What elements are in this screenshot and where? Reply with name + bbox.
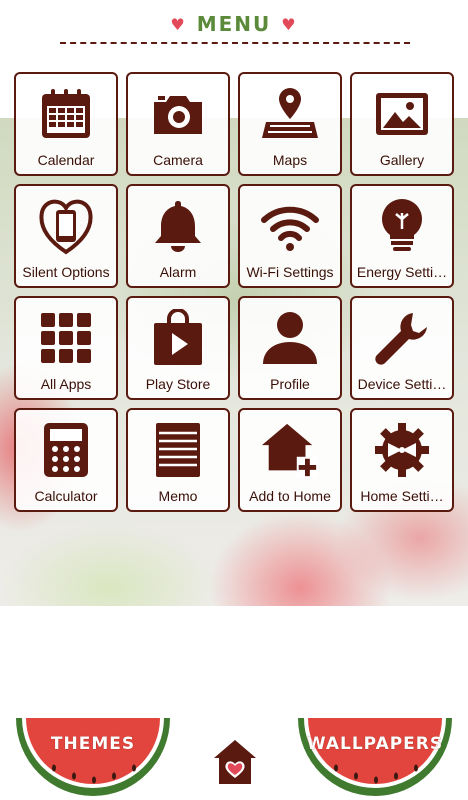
watermelon-slice-icon — [298, 718, 452, 796]
app-label: Home Setti… — [360, 488, 444, 504]
wifi-icon — [260, 196, 320, 256]
app-label: Profile — [270, 376, 310, 392]
app-tile-add-to-home[interactable]: Add to Home — [238, 408, 342, 512]
menu-title-text: MENU — [196, 12, 272, 36]
heart-icon: ♥ — [170, 14, 187, 34]
app-label: Camera — [153, 152, 203, 168]
app-tile-device-settings[interactable]: Device Setti… — [350, 296, 454, 400]
app-label: Calculator — [34, 488, 98, 504]
wrench-icon — [372, 308, 432, 368]
app-label: Alarm — [159, 264, 197, 280]
app-label: Calendar — [37, 152, 95, 168]
menu-title: ♥ MENU ♥ — [170, 12, 297, 36]
header-divider — [60, 42, 410, 44]
app-label: Energy Setti… — [356, 264, 448, 280]
app-tile-memo[interactable]: Memo — [126, 408, 230, 512]
person-icon — [260, 308, 320, 368]
lightbulb-icon — [372, 196, 432, 256]
app-label: Play Store — [145, 376, 211, 392]
map-pin-icon — [260, 84, 320, 144]
app-label: Add to Home — [249, 488, 331, 504]
themes-button[interactable]: THEMES — [14, 716, 172, 798]
calculator-icon — [36, 420, 96, 480]
app-tile-calculator[interactable]: Calculator — [14, 408, 118, 512]
home-plus-icon — [260, 420, 320, 480]
app-label: Memo — [158, 488, 198, 504]
bell-icon — [148, 196, 208, 256]
app-tile-energy-settings[interactable]: Energy Setti… — [350, 184, 454, 288]
calendar-icon — [36, 84, 96, 144]
app-label: Gallery — [379, 152, 425, 168]
app-tile-gallery[interactable]: Gallery — [350, 72, 454, 176]
play-bag-icon — [148, 308, 208, 368]
app-label: Maps — [272, 152, 308, 168]
app-tile-home-settings[interactable]: Home Setti… — [350, 408, 454, 512]
house-heart-icon — [214, 740, 256, 784]
app-tile-profile[interactable]: Profile — [238, 296, 342, 400]
app-label: All Apps — [40, 376, 92, 392]
app-tile-silent-options[interactable]: Silent Options — [14, 184, 118, 288]
watermelon-slice-icon — [16, 718, 170, 796]
app-label: Silent Options — [22, 264, 110, 280]
app-tile-maps[interactable]: Maps — [238, 72, 342, 176]
gear-bow-icon — [372, 420, 432, 480]
app-tile-camera[interactable]: Camera — [126, 72, 230, 176]
heart-icon: ♥ — [281, 14, 298, 34]
app-grid: Calendar Camera Maps Gallery Silent Opti… — [14, 72, 454, 512]
app-tile-calendar[interactable]: Calendar — [14, 72, 118, 176]
wallpapers-button[interactable]: WALLPAPERS — [296, 716, 454, 798]
memo-icon — [148, 420, 208, 480]
themes-label: THEMES — [50, 734, 136, 754]
image-icon — [372, 84, 432, 144]
app-tile-wifi-settings[interactable]: Wi-Fi Settings — [238, 184, 342, 288]
wallpapers-label: WALLPAPERS — [306, 734, 444, 754]
app-tile-play-store[interactable]: Play Store — [126, 296, 230, 400]
app-grid-icon — [36, 308, 96, 368]
app-tile-all-apps[interactable]: All Apps — [14, 296, 118, 400]
camera-icon — [148, 84, 208, 144]
home-button[interactable] — [212, 738, 258, 786]
app-tile-alarm[interactable]: Alarm — [126, 184, 230, 288]
phone-heart-icon — [36, 196, 96, 256]
app-label: Wi-Fi Settings — [246, 264, 334, 280]
app-label: Device Setti… — [357, 376, 447, 392]
